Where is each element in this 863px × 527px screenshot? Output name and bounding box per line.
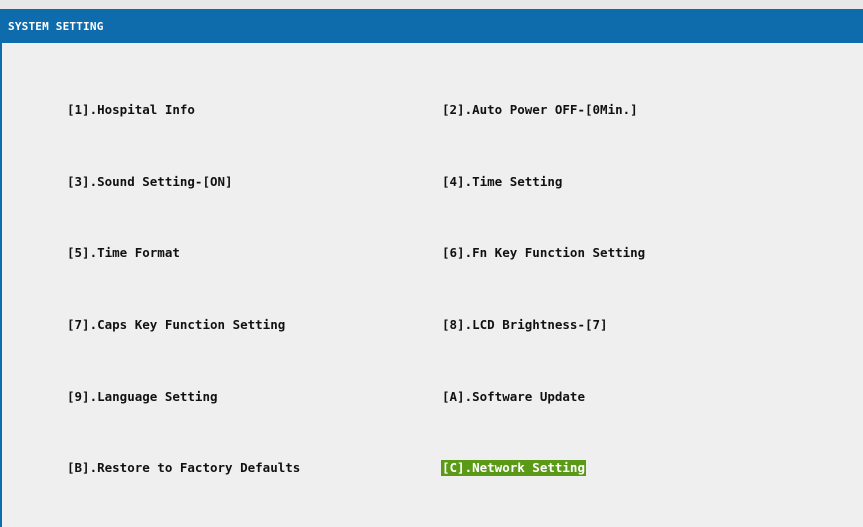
menu-item-language-setting[interactable]: [9].Language Setting	[66, 389, 219, 405]
menu-item-caps-key-function-setting[interactable]: [7].Caps Key Function Setting	[66, 317, 286, 333]
menu-item-lcd-brightness[interactable]: [8].LCD Brightness-[7]	[441, 317, 609, 333]
menu-item-time-format[interactable]: [5].Time Format	[66, 245, 181, 261]
menu-item-network-setting[interactable]: [C].Network Setting	[441, 460, 586, 476]
menu-item-fn-key-function-setting[interactable]: [6].Fn Key Function Setting	[441, 245, 646, 261]
menu-item-sound-setting[interactable]: [3].Sound Setting-[ON]	[66, 174, 234, 190]
title-bar: SYSTEM SETTING	[0, 9, 863, 43]
menu-item-auto-power-off[interactable]: [2].Auto Power OFF-[0Min.]	[441, 102, 639, 118]
menu-item-software-update[interactable]: [A].Software Update	[441, 389, 586, 405]
window-title: SYSTEM SETTING	[8, 20, 104, 33]
menu-item-time-setting[interactable]: [4].Time Setting	[441, 174, 563, 190]
menu-item-restore-factory-defaults[interactable]: [B].Restore to Factory Defaults	[66, 460, 301, 476]
menu-item-hospital-info[interactable]: [1].Hospital Info	[66, 102, 196, 118]
system-setting-window: SYSTEM SETTING [1].Hospital Info [2].Aut…	[0, 9, 863, 527]
